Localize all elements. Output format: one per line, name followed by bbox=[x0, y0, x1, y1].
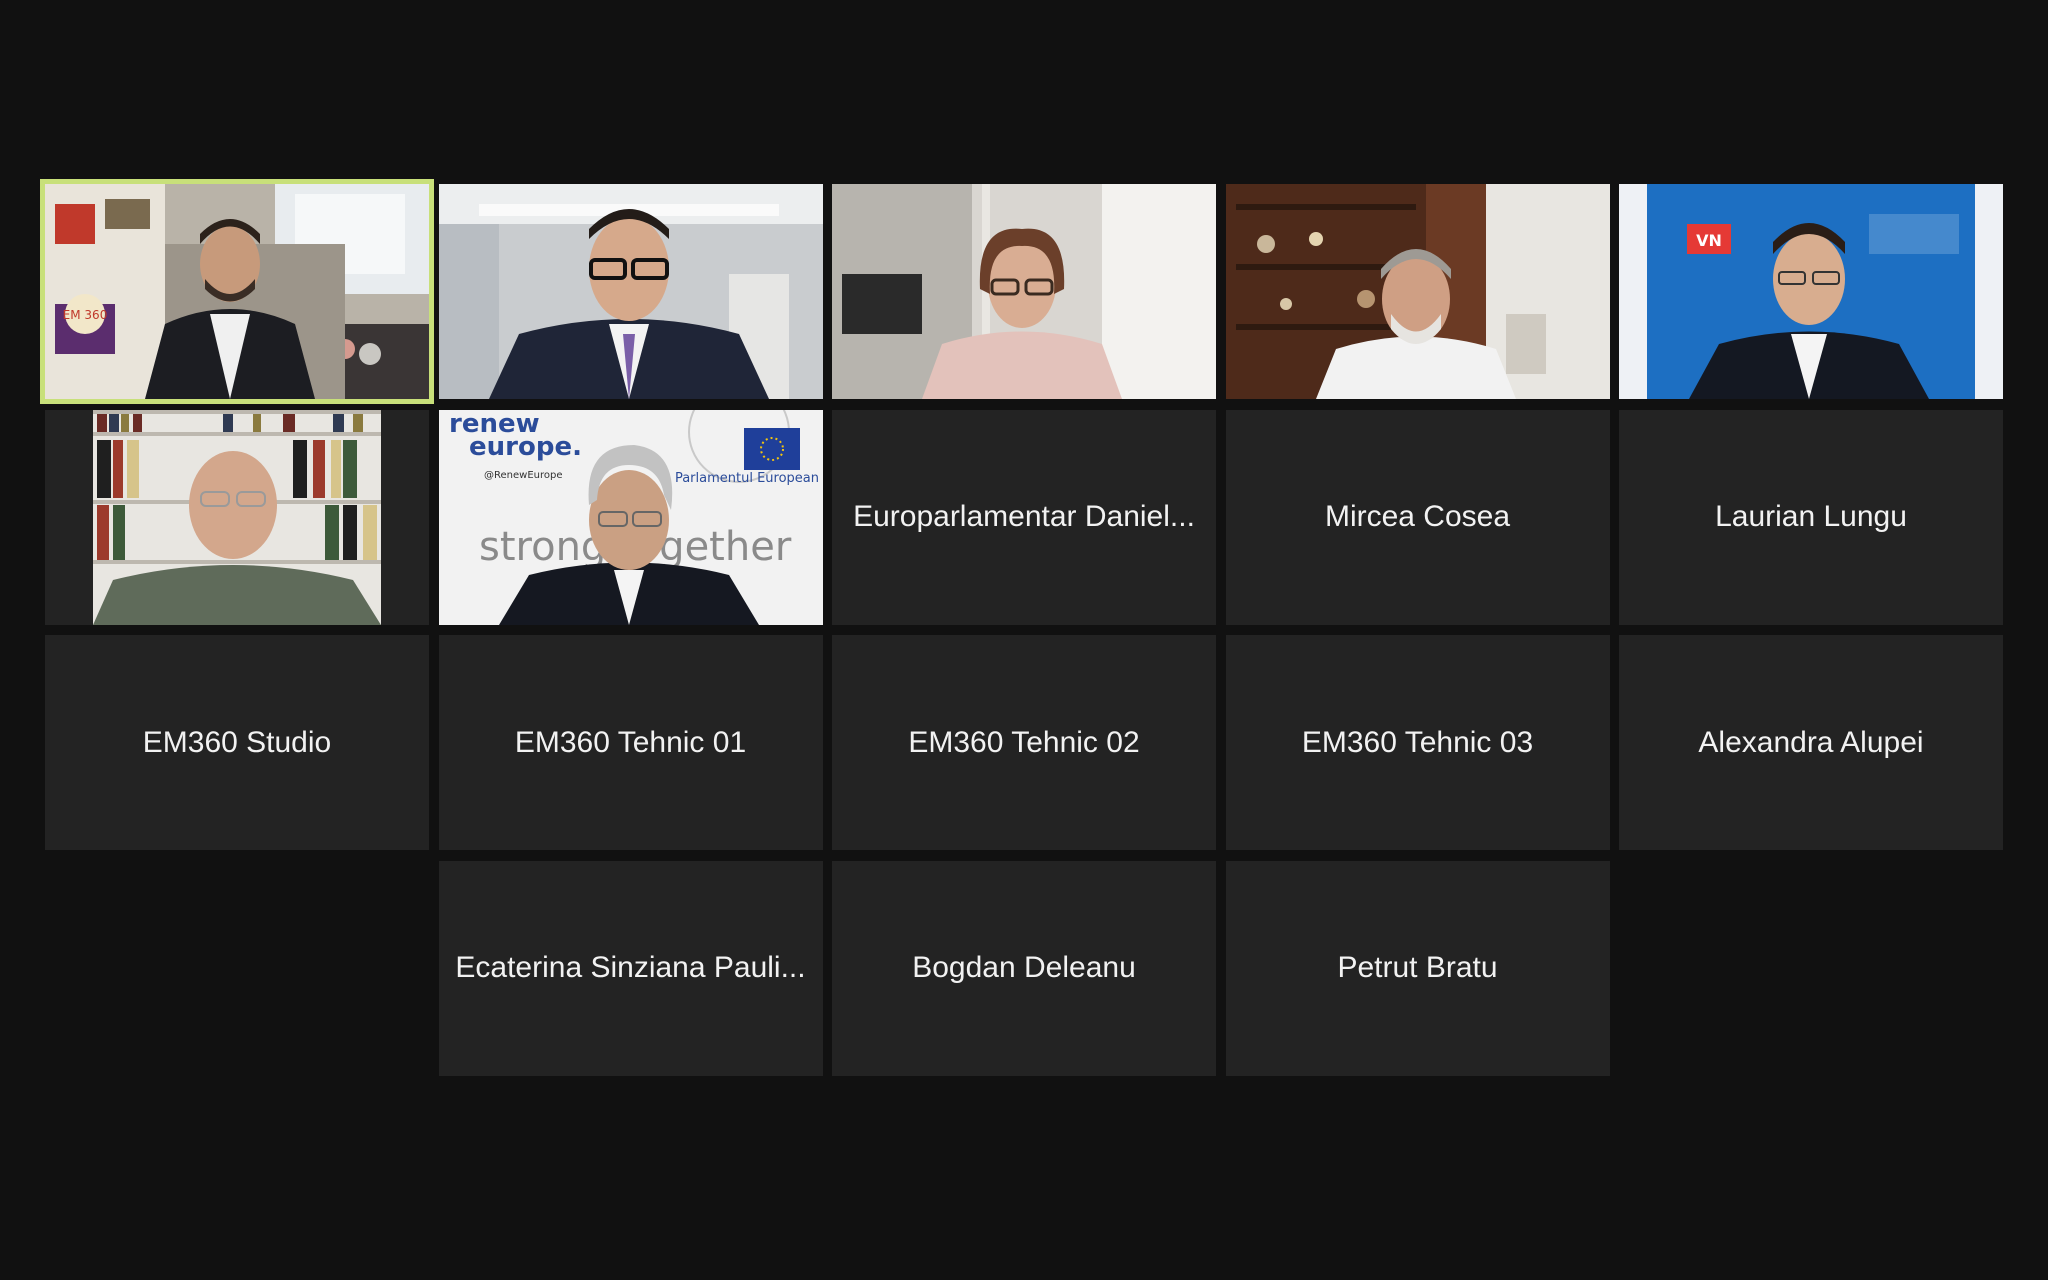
video-tile-5[interactable]: VN bbox=[1619, 184, 2003, 399]
participant-video-feed: renew europe. @RenewEurope Parlamentul E… bbox=[438, 409, 823, 625]
video-tile-3[interactable] bbox=[832, 184, 1216, 399]
participant-tile[interactable]: Petrut Bratu bbox=[1225, 860, 1610, 1076]
participant-tile[interactable]: EM360 Tehnic 01 bbox=[438, 635, 823, 850]
empty-slot bbox=[1619, 861, 2003, 1076]
participant-tile[interactable]: EM360 Tehnic 02 bbox=[832, 635, 1216, 850]
participant-tile[interactable]: Mircea Cosea bbox=[1225, 409, 1610, 625]
participant-name: Europarlamentar Daniel... bbox=[853, 500, 1195, 533]
renew-brand-line2: europe. bbox=[469, 432, 582, 462]
participant-tile[interactable]: Laurian Lungu bbox=[1619, 409, 2003, 625]
participant-name: Laurian Lungu bbox=[1715, 500, 1907, 533]
participant-video-feed: VN bbox=[1619, 184, 2003, 399]
video-tile-7[interactable]: renew europe. @RenewEurope Parlamentul E… bbox=[438, 409, 823, 625]
participant-tile[interactable]: Alexandra Alupei bbox=[1619, 635, 2003, 850]
participant-name: EM360 Tehnic 01 bbox=[514, 725, 747, 759]
participant-name: Ecaterina Sinziana Pauli... bbox=[455, 951, 806, 984]
participant-name: EM360 Studio bbox=[142, 725, 332, 759]
participant-video-feed bbox=[93, 409, 381, 625]
participant-name: EM360 Tehnic 03 bbox=[1301, 725, 1534, 759]
video-tile-2[interactable] bbox=[438, 184, 823, 399]
participant-tile[interactable]: Europarlamentar Daniel... bbox=[832, 409, 1216, 625]
participant-name: Bogdan Deleanu bbox=[912, 951, 1136, 984]
participant-video-feed bbox=[832, 184, 1216, 399]
renew-handle: @RenewEurope bbox=[484, 470, 563, 481]
participant-name: Petrut Bratu bbox=[1337, 951, 1498, 984]
video-tile-host[interactable]: EM 360 bbox=[40, 179, 434, 404]
empty-slot bbox=[45, 861, 429, 1076]
host-video-feed: EM 360 bbox=[45, 184, 429, 399]
participant-tile[interactable]: EM360 Studio bbox=[45, 635, 429, 850]
em360-logo: EM 360 bbox=[63, 308, 108, 322]
participant-name: EM360 Tehnic 02 bbox=[908, 725, 1140, 759]
participant-video-feed bbox=[1225, 184, 1610, 399]
participant-video-feed bbox=[438, 184, 823, 399]
video-tile-6[interactable] bbox=[45, 409, 429, 625]
vn-logo: VN bbox=[1696, 231, 1722, 250]
participant-tile[interactable]: Ecaterina Sinziana Pauli... bbox=[438, 860, 823, 1076]
gallery-grid: EM 360 VN renew europe. @RenewEurope Par… bbox=[40, 179, 2003, 1076]
parliament-banner: Parlamentul European bbox=[674, 471, 818, 486]
video-tile-4[interactable] bbox=[1225, 184, 1610, 399]
participant-name: Alexandra Alupei bbox=[1698, 725, 1924, 759]
participant-tile[interactable]: Bogdan Deleanu bbox=[832, 860, 1216, 1076]
participant-tile[interactable]: EM360 Tehnic 03 bbox=[1225, 635, 1610, 850]
participant-name: Mircea Cosea bbox=[1324, 500, 1511, 533]
